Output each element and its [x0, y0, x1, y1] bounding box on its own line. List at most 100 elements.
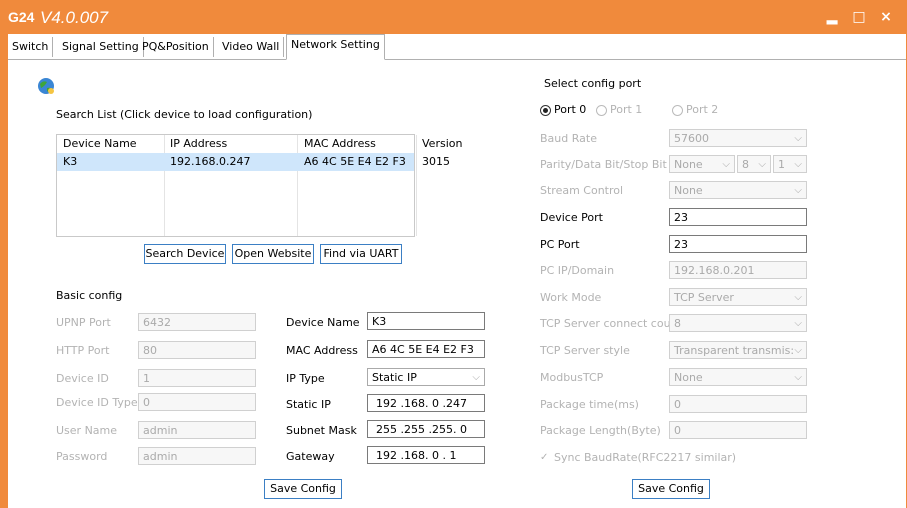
- sync-baudrate-checkbox-icon[interactable]: ✓: [540, 452, 548, 463]
- device-name-field[interactable]: K3: [367, 312, 485, 330]
- network-setting-panel: Search List (Click device to load config…: [8, 60, 906, 508]
- column-header-version[interactable]: Version: [422, 135, 462, 153]
- stop-bit-select[interactable]: 1 ⌵: [773, 155, 807, 173]
- modbus-tcp-select[interactable]: None ⌵: [669, 368, 807, 386]
- sync-baudrate-label[interactable]: Sync BaudRate(RFC2217 similar): [554, 451, 736, 464]
- title-bar[interactable]: G24 V4.0.007 ▂ □ ×: [0, 0, 907, 34]
- gateway-field[interactable]: 192 .168. 0 . 1: [367, 446, 485, 464]
- port-0-label[interactable]: Port 0: [554, 103, 586, 116]
- mac-address-label: MAC Address: [286, 344, 358, 357]
- cell-ip-address: 192.168.0.247: [170, 155, 251, 168]
- pc-port-label: PC Port: [540, 238, 580, 251]
- tcp-server-style-value: Transparent transmis:: [674, 344, 795, 357]
- port-1-label[interactable]: Port 1: [610, 103, 642, 116]
- device-name-label: Device Name: [286, 316, 360, 329]
- work-mode-select[interactable]: TCP Server ⌵: [669, 288, 807, 306]
- tcp-server-style-select[interactable]: Transparent transmis: ⌵: [669, 341, 807, 359]
- chevron-down-icon: ⌵: [758, 159, 766, 170]
- tab-signal-setting[interactable]: Signal Setting: [58, 37, 144, 57]
- device-id-type-field[interactable]: 0: [138, 393, 256, 411]
- device-id-field[interactable]: 1: [138, 369, 256, 387]
- package-length-field[interactable]: 0: [669, 421, 807, 439]
- chevron-down-icon: ⌵: [794, 318, 802, 329]
- tcp-server-connect-label: TCP Server connect cou: [540, 317, 671, 330]
- chevron-down-icon: ⌵: [794, 345, 802, 356]
- select-config-port-title: Select config port: [544, 77, 642, 90]
- user-name-label: User Name: [56, 424, 118, 437]
- http-port-label: HTTP Port: [56, 344, 110, 357]
- pc-ip-domain-label: PC IP/Domain: [540, 264, 615, 277]
- column-header-mac-address[interactable]: MAC Address: [304, 135, 376, 153]
- static-ip-label: Static IP: [286, 398, 331, 411]
- device-port-field[interactable]: 23: [669, 208, 807, 226]
- stop-bit-value: 1: [778, 158, 785, 171]
- chevron-down-icon: ⌵: [794, 372, 802, 383]
- user-name-field[interactable]: admin: [138, 421, 256, 439]
- maximize-button[interactable]: □: [848, 6, 870, 28]
- globe-icon: [38, 78, 54, 94]
- search-list-title: Search List (Click device to load config…: [56, 108, 313, 121]
- ip-type-value: Static IP: [372, 371, 417, 384]
- column-header-device-name[interactable]: Device Name: [63, 135, 137, 153]
- port-0-radio[interactable]: [540, 105, 551, 116]
- device-id-type-label: Device ID Type: [56, 396, 138, 409]
- tab-switch[interactable]: Switch: [8, 37, 54, 57]
- chevron-down-icon: ⌵: [794, 185, 802, 196]
- port-2-label[interactable]: Port 2: [686, 103, 718, 116]
- chevron-down-icon: ⌵: [794, 159, 802, 170]
- pc-ip-domain-field[interactable]: 192.168.0.201: [669, 261, 807, 279]
- close-button[interactable]: ×: [875, 6, 897, 28]
- tab-pq-position[interactable]: PQ&Position: [138, 37, 214, 57]
- chevron-down-icon: ⌵: [472, 372, 480, 383]
- subnet-mask-label: Subnet Mask: [286, 424, 357, 437]
- app-logo: G24: [8, 9, 35, 25]
- baud-rate-select[interactable]: 57600 ⌵: [669, 129, 807, 147]
- tcp-server-connect-value: 8: [674, 317, 681, 330]
- package-time-label: Package time(ms): [540, 398, 639, 411]
- http-port-field[interactable]: 80: [138, 341, 256, 359]
- data-bit-select[interactable]: 8 ⌵: [737, 155, 771, 173]
- data-bit-value: 8: [742, 158, 749, 171]
- port-1-radio[interactable]: [596, 105, 607, 116]
- save-config-basic-button[interactable]: Save Config: [264, 479, 342, 499]
- cell-version: 3015: [422, 155, 450, 168]
- package-time-field[interactable]: 0: [669, 395, 807, 413]
- stream-control-label: Stream Control: [540, 184, 624, 197]
- work-mode-label: Work Mode: [540, 291, 602, 304]
- minimize-button[interactable]: ▂: [821, 6, 843, 28]
- open-website-button[interactable]: Open Website: [232, 244, 314, 264]
- upnp-port-field[interactable]: 6432: [138, 313, 256, 331]
- tab-bar: Switch Signal Setting PQ&Position Video …: [8, 34, 906, 60]
- password-field[interactable]: admin: [138, 447, 256, 465]
- tcp-server-connect-select[interactable]: 8 ⌵: [669, 314, 807, 332]
- work-mode-value: TCP Server: [674, 291, 734, 304]
- modbus-tcp-label: ModbusTCP: [540, 371, 604, 384]
- baud-rate-value: 57600: [674, 132, 709, 145]
- chevron-down-icon: ⌵: [794, 292, 802, 303]
- device-table[interactable]: Device Name IP Address MAC Address Versi…: [56, 134, 462, 237]
- basic-config-title: Basic config: [56, 289, 123, 302]
- package-length-label: Package Length(Byte): [540, 424, 661, 437]
- column-header-ip-address[interactable]: IP Address: [170, 135, 227, 153]
- tab-video-wall[interactable]: Video Wall: [218, 37, 285, 57]
- cell-device-name: K3: [63, 155, 78, 168]
- table-row[interactable]: K3 192.168.0.247 A6 4C 5E E4 E2 F3 3015: [57, 153, 450, 171]
- save-config-port-button[interactable]: Save Config: [632, 479, 710, 499]
- tab-network-setting[interactable]: Network Setting: [286, 34, 385, 60]
- ip-type-select[interactable]: Static IP ⌵: [367, 368, 485, 386]
- subnet-mask-field[interactable]: 255 .255 .255. 0: [367, 420, 485, 438]
- static-ip-field[interactable]: 192 .168. 0 .247: [367, 394, 485, 412]
- modbus-tcp-value: None: [674, 371, 703, 384]
- pc-port-field[interactable]: 23: [669, 235, 807, 253]
- find-via-uart-button[interactable]: Find via UART: [320, 244, 402, 264]
- mac-address-field[interactable]: A6 4C 5E E4 E2 F3: [367, 340, 485, 358]
- parity-select[interactable]: None ⌵: [669, 155, 735, 173]
- stream-control-value: None: [674, 184, 703, 197]
- app-version: V4.0.007: [40, 8, 109, 27]
- stream-control-select[interactable]: None ⌵: [669, 181, 807, 199]
- gateway-label: Gateway: [286, 450, 335, 463]
- parity-label: Parity/Data Bit/Stop Bit: [540, 158, 667, 171]
- search-device-button[interactable]: Search Device: [144, 244, 226, 264]
- port-2-radio[interactable]: [672, 105, 683, 116]
- chevron-down-icon: ⌵: [794, 133, 802, 144]
